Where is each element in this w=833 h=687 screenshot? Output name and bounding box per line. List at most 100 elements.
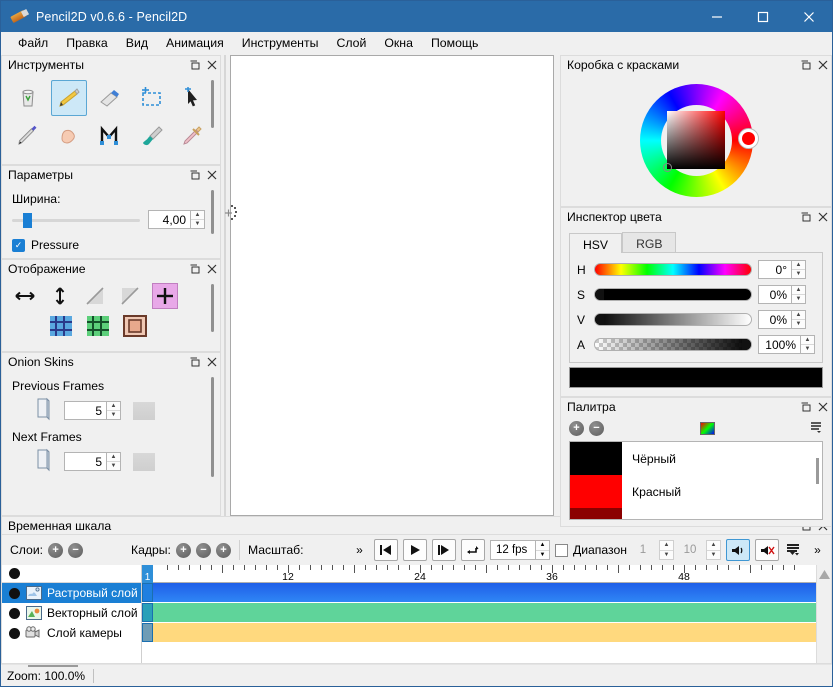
hue-selector-handle[interactable] (738, 128, 758, 148)
close-icon[interactable] (814, 209, 831, 226)
maximize-button[interactable] (740, 1, 786, 32)
color-swatch[interactable] (570, 508, 622, 519)
spin-up-icon[interactable]: ▲ (660, 541, 673, 551)
keyframe-cell[interactable] (142, 583, 153, 602)
spin-down-icon[interactable]: ▼ (107, 462, 120, 470)
palette-options-icon[interactable] (810, 421, 823, 437)
color-swatch[interactable] (570, 442, 622, 475)
width-slider[interactable] (12, 211, 140, 229)
spin-up-icon[interactable]: ▲ (792, 261, 805, 270)
grid-green-button[interactable] (85, 313, 111, 339)
pressure-checkbox[interactable]: ✓ (12, 238, 25, 252)
pen-tool[interactable] (10, 118, 46, 154)
palette-list[interactable]: Чёрный Красный (569, 441, 823, 520)
toolbar-overflow-end-icon[interactable]: » (808, 539, 827, 561)
range-start-spinner[interactable]: ▲ ▼ (659, 540, 674, 560)
sidebar-item-camera-layer[interactable]: Слой камеры (2, 623, 141, 643)
spin-up-icon[interactable]: ▲ (792, 286, 805, 295)
track-row[interactable] (142, 603, 816, 623)
visibility-dot-icon[interactable] (9, 568, 20, 579)
previous-frames-spinner[interactable]: ▲▼ (64, 401, 121, 420)
float-icon[interactable] (797, 399, 814, 416)
menu-file[interactable]: Файл (9, 33, 57, 53)
spin-down-icon[interactable]: ▼ (792, 270, 805, 278)
sv-selector-handle[interactable] (662, 162, 672, 172)
float-icon[interactable] (186, 261, 203, 278)
eyedropper-tool[interactable] (174, 118, 210, 154)
value-slider[interactable] (594, 313, 752, 326)
palette-scrollbar[interactable] (816, 458, 819, 484)
play-button[interactable] (402, 539, 427, 561)
alpha-spinner[interactable]: ▲▼ (758, 335, 815, 354)
hue-slider[interactable] (594, 263, 752, 276)
visibility-dot-icon[interactable] (9, 627, 20, 639)
next-frames-spinner[interactable]: ▲▼ (64, 452, 121, 471)
width-input[interactable] (148, 210, 190, 229)
spin-down-icon[interactable]: ▼ (107, 411, 120, 419)
previous-frame-button[interactable] (373, 539, 398, 561)
close-icon[interactable] (814, 57, 831, 74)
timeline-options-icon[interactable] (784, 539, 803, 561)
loop-button[interactable] (460, 539, 485, 561)
range-checkbox[interactable] (554, 543, 568, 557)
spin-up-icon[interactable]: ▲ (191, 211, 204, 220)
timeline-ruler[interactable]: 1 12 24 36 48 (142, 565, 816, 583)
float-icon[interactable] (797, 209, 814, 226)
add-color-button[interactable]: + (569, 421, 584, 436)
display-scrollbar[interactable] (207, 284, 217, 345)
clear-tool[interactable] (10, 80, 46, 116)
spin-down-icon[interactable]: ▼ (191, 220, 204, 228)
spin-up-icon[interactable]: ▲ (801, 336, 814, 345)
menu-layer[interactable]: Слой (327, 33, 375, 53)
palette-swatch-view-icon[interactable] (699, 422, 715, 435)
list-item[interactable]: Красный (570, 475, 822, 508)
fps-spinner[interactable]: ▲ ▼ (489, 540, 550, 560)
drawing-canvas[interactable] (230, 55, 554, 516)
color-swatch[interactable] (570, 475, 622, 508)
brush-tool[interactable] (133, 118, 169, 154)
rotate-counterclockwise-button[interactable] (117, 283, 143, 309)
spin-up-icon[interactable]: ▲ (535, 541, 549, 551)
timeline-scroll-area[interactable] (816, 565, 831, 663)
move-tool[interactable] (174, 80, 210, 116)
center-crosshair-button[interactable] (152, 283, 178, 309)
close-button[interactable] (786, 1, 832, 32)
visibility-dot-icon[interactable] (9, 587, 20, 599)
menu-help[interactable]: Помощь (422, 33, 488, 53)
spin-up-icon[interactable]: ▲ (707, 541, 720, 551)
status-resize-handle[interactable] (28, 665, 78, 667)
add-frame-button[interactable]: + (175, 542, 191, 558)
left-splitter[interactable] (221, 55, 237, 516)
value-input[interactable] (758, 310, 791, 329)
tab-hsv[interactable]: HSV (569, 233, 623, 253)
width-spinner[interactable]: ▲▼ (148, 210, 205, 229)
spin-up-icon[interactable]: ▲ (792, 311, 805, 320)
next-frames-color-button[interactable] (133, 452, 155, 471)
range-end-spinner[interactable]: ▲ ▼ (706, 540, 721, 560)
current-color-swatch[interactable] (569, 367, 823, 388)
onion-scrollbar[interactable] (207, 377, 217, 509)
spin-down-icon[interactable]: ▼ (707, 551, 720, 560)
grid-blue-button[interactable] (48, 313, 74, 339)
keyframe-cell[interactable] (142, 623, 153, 642)
rotate-clockwise-button[interactable] (82, 283, 108, 309)
pencil-tool[interactable] (51, 80, 87, 116)
add-layer-button[interactable]: + (48, 542, 64, 558)
hand-tool[interactable] (51, 118, 87, 154)
close-icon[interactable] (203, 261, 220, 278)
alpha-slider[interactable] (594, 338, 752, 351)
list-item[interactable] (570, 508, 822, 519)
list-item[interactable]: Чёрный (570, 442, 822, 475)
spin-down-icon[interactable]: ▼ (536, 551, 549, 560)
close-icon[interactable] (203, 354, 220, 371)
alpha-input[interactable] (758, 335, 800, 354)
polyline-tool[interactable] (92, 118, 128, 154)
parameters-scrollbar[interactable] (207, 190, 217, 252)
sound-on-button[interactable] (726, 539, 750, 561)
close-icon[interactable] (203, 167, 220, 184)
current-frame-marker[interactable]: 1 (142, 565, 153, 583)
fps-input[interactable] (489, 540, 535, 560)
value-spinner[interactable]: ▲▼ (758, 310, 806, 329)
flip-horizontal-button[interactable] (12, 283, 38, 309)
menu-view[interactable]: Вид (117, 33, 157, 53)
